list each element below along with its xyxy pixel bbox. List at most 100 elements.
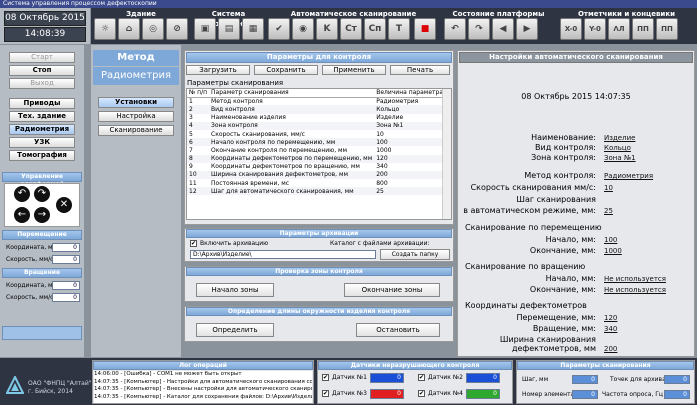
- coord-move-value: 120: [604, 314, 618, 322]
- row-number: 11: [189, 179, 197, 187]
- tab-tuning[interactable]: Настройка: [98, 111, 174, 122]
- table-row[interactable]: 10 Ширина сканирования дефектометров, мм 2…: [187, 170, 445, 180]
- x-zero-button[interactable]: X-0: [560, 18, 582, 40]
- light-icon[interactable]: ☼: [94, 18, 116, 40]
- table-row[interactable]: 11 Постоянная времени, мс 800: [187, 179, 445, 187]
- table-row[interactable]: 1 Метод контроля Радиометрия: [187, 97, 445, 105]
- move-start-value: 100: [604, 236, 618, 244]
- briefcase-icon[interactable]: ▤: [218, 18, 240, 40]
- freq-value-box: 0: [664, 390, 690, 399]
- stop-cross-icon[interactable]: ✕: [56, 197, 72, 213]
- move-right-icon[interactable]: →: [34, 207, 50, 223]
- row-number: 8: [189, 155, 193, 163]
- k-button[interactable]: K: [316, 18, 338, 40]
- sensor-label: Датчик №1: [332, 374, 367, 381]
- row-value: 25: [376, 187, 384, 195]
- rotate-ccw-icon[interactable]: ↶: [14, 186, 30, 202]
- stop-button[interactable]: Стоп: [9, 65, 75, 76]
- load-button[interactable]: Загрузить: [186, 65, 250, 75]
- move-speed-label: Скорость, мм/с: [6, 256, 54, 263]
- params-header: Параметры для контроля: [186, 52, 452, 63]
- sp-button[interactable]: Сп: [364, 18, 386, 40]
- company-city: г. Бийск, 2014: [28, 388, 73, 395]
- signal-icon[interactable]: ◎: [142, 18, 164, 40]
- table-row[interactable]: 2 Вид контроля Кольцо: [187, 105, 445, 114]
- nav-uzk[interactable]: УЗК: [9, 137, 75, 148]
- table-row[interactable]: 7 Окончание контроля по перемещению, мм 10…: [187, 146, 445, 154]
- stop-define-button[interactable]: Остановить: [356, 323, 440, 337]
- zone-label: Зона контроля:: [531, 153, 596, 162]
- table-row[interactable]: 4 Зона контроля Зона №1: [187, 121, 445, 130]
- table-row[interactable]: 8 Координаты дефектометров по перемещению…: [187, 154, 445, 163]
- save-button[interactable]: Сохранить: [254, 65, 318, 75]
- archive-checkbox[interactable]: ✔: [190, 240, 197, 247]
- sensor-value: 0: [466, 373, 500, 383]
- archive-path-input[interactable]: D:\Архив\Изделие\: [190, 250, 376, 259]
- nav-radiometry[interactable]: Радиометрия: [9, 124, 75, 135]
- company-name: ОАО "ФНПЦ "Алтай": [28, 380, 92, 387]
- move-left-icon[interactable]: ←: [14, 207, 30, 223]
- monitor-icon[interactable]: ▦: [242, 18, 264, 40]
- building-icon[interactable]: ⌂: [118, 18, 140, 40]
- tab-setup[interactable]: Установки: [98, 97, 174, 108]
- start-button[interactable]: Старт: [9, 52, 75, 63]
- sensor-checkbox[interactable]: ✔: [322, 390, 329, 397]
- row-param: Окончание контроля по перемещению, мм: [211, 146, 348, 154]
- tab-scanning[interactable]: Сканирование: [98, 125, 174, 136]
- stop-icon[interactable]: ■: [414, 18, 436, 40]
- table-row[interactable]: 6 Начало контроля по перемещению, мм 100: [187, 138, 445, 147]
- table-row[interactable]: 12 Шаг для автоматического сканирования, …: [187, 187, 445, 196]
- row-param: Ширина сканирования дефектометров, мм: [211, 171, 349, 179]
- rot-end-value: Не используется: [604, 286, 666, 294]
- arrow-left-icon[interactable]: ◀: [492, 18, 514, 40]
- limit-button-2[interactable]: ΠΠ: [632, 18, 654, 40]
- rot-scan-section: Сканирование по вращению: [465, 262, 586, 271]
- params-scrollbar[interactable]: [442, 89, 451, 219]
- zone-end-button[interactable]: Окончание зоны: [344, 283, 440, 297]
- scan-params-header: Параметры сканирования: [517, 361, 694, 370]
- sensor-checkbox[interactable]: ✔: [418, 374, 425, 381]
- block-icon[interactable]: ⊘: [166, 18, 188, 40]
- row-param: Вид контроля: [211, 105, 255, 113]
- limit-button-1[interactable]: ΛЛ: [608, 18, 630, 40]
- scan-speed-value: 10: [604, 184, 613, 192]
- log-header: Лог операций: [93, 361, 313, 370]
- row-number: 3: [189, 114, 193, 122]
- rotate-left-icon[interactable]: ↶: [444, 18, 466, 40]
- sensor-icon[interactable]: ◉: [292, 18, 314, 40]
- move-coord-value: 0: [52, 243, 80, 252]
- points-label: Точек для архива: [610, 376, 666, 383]
- table-row[interactable]: 5 Скорость сканирования, мм/с 10: [187, 130, 445, 138]
- row-number: 9: [189, 163, 193, 171]
- check-doc-icon[interactable]: ✔: [268, 18, 290, 40]
- nav-tomography[interactable]: Томография: [9, 150, 75, 161]
- nav-tech-building[interactable]: Тех. здание: [9, 111, 75, 122]
- log-list[interactable]: 14:06:00 - [Ошибка] - COM1 не может быть…: [94, 371, 312, 403]
- method-label: Метод контроля:: [524, 171, 596, 180]
- nav-drives[interactable]: Приводы: [9, 98, 75, 109]
- limit-button-3[interactable]: ΠΠ: [656, 18, 678, 40]
- define-button[interactable]: Определить: [196, 323, 274, 337]
- table-row[interactable]: 3 Наименование изделия Изделие: [187, 114, 445, 122]
- y-zero-button[interactable]: Y-0: [584, 18, 606, 40]
- defectometer-coord-section: Координаты дефектометров: [465, 301, 587, 310]
- print-button[interactable]: Печать: [390, 65, 450, 75]
- save-icon[interactable]: ▣: [194, 18, 216, 40]
- st-button[interactable]: Ст: [340, 18, 362, 40]
- zone-value: Зона №1: [604, 154, 636, 162]
- exit-button[interactable]: Выход: [9, 78, 75, 89]
- rot-start-label: Начало, мм:: [545, 274, 596, 283]
- table-row[interactable]: 9 Координаты дефектометров по вращению, м…: [187, 163, 445, 171]
- apply-button[interactable]: Применить: [322, 65, 386, 75]
- zone-start-button[interactable]: Начало зоны: [196, 283, 274, 297]
- arrow-right-icon[interactable]: ▶: [516, 18, 538, 40]
- row-number: 2: [189, 105, 193, 113]
- create-folder-button[interactable]: Создать папку: [380, 249, 450, 260]
- sensor-checkbox[interactable]: ✔: [418, 390, 425, 397]
- row-value: 100: [376, 138, 388, 146]
- sensor-checkbox[interactable]: ✔: [322, 374, 329, 381]
- t-button[interactable]: T: [388, 18, 410, 40]
- rotate-right-icon[interactable]: ↷: [468, 18, 490, 40]
- rotate-cw-icon[interactable]: ↷: [34, 186, 50, 202]
- row-param: Координаты дефектометров по вращению, мм: [211, 163, 360, 171]
